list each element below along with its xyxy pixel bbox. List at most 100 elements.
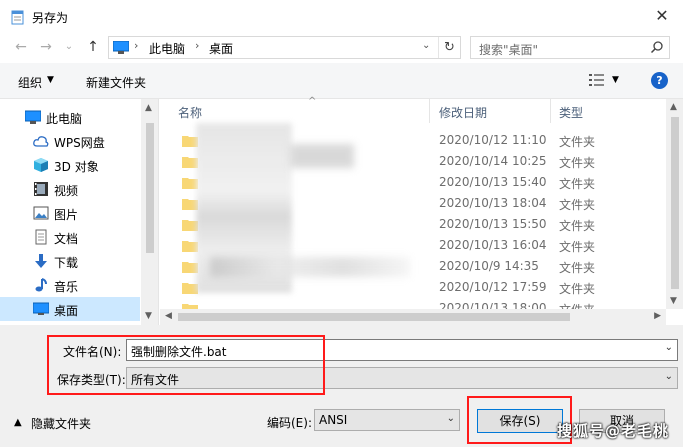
search-input[interactable]: 搜索"桌面" [479, 41, 538, 58]
back-button[interactable]: ← [12, 38, 30, 56]
sidebar-item-label: 3D 对象 [54, 160, 99, 174]
file-list: 名称 ^ 修改日期 类型 2020/10/12 11:10 文件夹 2020/1… [160, 96, 683, 325]
chevron-down-icon[interactable]: ▼ [47, 75, 54, 85]
scroll-down-arrow[interactable]: ▼ [145, 311, 152, 321]
breadcrumb-separator: › [134, 39, 139, 52]
navigation-bar: ← → ⌄ ↑ › 此电脑 › 桌面 ⌄ ↻ 搜索"桌面" [0, 33, 683, 63]
sort-ascending-icon: ^ [308, 96, 317, 107]
file-type: 文件夹 [559, 156, 596, 170]
sidebar-item-label: WPS网盘 [54, 136, 105, 150]
computer-icon [113, 41, 129, 54]
file-type: 文件夹 [559, 261, 596, 275]
sidebar-item-3d-objects[interactable]: 3D 对象 [0, 153, 140, 177]
redacted-file-names [290, 144, 354, 168]
breadcrumb-separator: › [195, 39, 200, 52]
sidebar-scrollbar[interactable]: ▲ ▼ [141, 99, 158, 325]
organize-button[interactable]: 组织 [18, 74, 42, 91]
command-toolbar: 组织 ▼ 新建文件夹 ▼ ? [0, 63, 683, 99]
modified-date: 2020/10/14 10:25 [439, 154, 547, 168]
cube-3d-icon [34, 158, 48, 172]
window-title: 另存为 [32, 11, 69, 25]
address-bar[interactable]: › 此电脑 › 桌面 ⌄ ↻ [108, 36, 461, 59]
folder-icon [182, 304, 198, 309]
column-header-modified[interactable]: 修改日期 [431, 99, 551, 123]
file-type: 文件夹 [559, 198, 596, 212]
sidebar-item-label: 图片 [54, 208, 79, 222]
table-row[interactable]: 2020/10/13 18:00 文件夹 [160, 298, 665, 309]
scroll-up-arrow[interactable]: ▲ [670, 102, 677, 112]
modified-date: 2020/10/13 18:04 [439, 196, 547, 210]
forward-button[interactable]: → [37, 38, 55, 56]
help-button[interactable]: ? [651, 72, 668, 89]
sidebar-item-label: 视频 [54, 184, 79, 198]
chevron-down-icon[interactable]: ⌄ [665, 371, 673, 382]
redacted-file-names [210, 257, 410, 277]
file-type: 文件夹 [559, 282, 596, 296]
notepad-icon [11, 10, 24, 25]
sidebar-item-documents[interactable]: 文档 [0, 225, 140, 249]
file-type: 文件夹 [559, 177, 596, 191]
file-type: 文件夹 [559, 219, 596, 233]
modified-date: 2020/10/13 18:00 [439, 301, 547, 309]
up-button[interactable]: ↑ [84, 38, 102, 56]
file-list-vertical-scrollbar[interactable]: ▲ ▼ [666, 99, 683, 309]
chevron-up-icon[interactable]: ▲ [14, 417, 22, 428]
refresh-button[interactable]: ↻ [438, 37, 460, 58]
scroll-thumb[interactable] [671, 117, 679, 289]
search-icon[interactable] [650, 40, 664, 54]
sidebar-item-desktop[interactable]: 桌面 [0, 297, 140, 321]
music-icon [35, 278, 47, 292]
file-type: 文件夹 [559, 135, 596, 149]
file-type: 文件夹 [559, 240, 596, 254]
encoding-label: 编码(E): [267, 416, 312, 430]
sidebar-item-label: 桌面 [54, 304, 79, 318]
search-box[interactable]: 搜索"桌面" [470, 36, 670, 59]
close-button[interactable]: ✕ [651, 5, 673, 27]
hide-folders-button[interactable]: 隐藏文件夹 [31, 415, 91, 432]
sidebar-item-wps-cloud[interactable]: WPS网盘 [0, 129, 140, 153]
file-list-horizontal-scrollbar[interactable]: ◀ ▶ [160, 309, 666, 325]
chevron-down-icon[interactable]: ⌄ [665, 342, 673, 353]
column-header-type[interactable]: 类型 [551, 99, 666, 123]
sidebar-item-label: 此电脑 [46, 112, 83, 126]
sidebar-item-label: 音乐 [54, 280, 79, 294]
modified-date: 2020/10/13 16:04 [439, 238, 547, 252]
breadcrumb-this-pc[interactable]: 此电脑 [149, 40, 185, 57]
scroll-thumb[interactable] [146, 123, 154, 253]
picture-icon [33, 206, 49, 220]
download-icon [35, 254, 47, 268]
sidebar-item-downloads[interactable]: 下载 [0, 249, 140, 273]
new-folder-button[interactable]: 新建文件夹 [86, 74, 146, 91]
address-dropdown-button[interactable]: ⌄ [422, 40, 430, 51]
chevron-down-icon[interactable]: ▼ [612, 75, 619, 85]
scroll-left-arrow[interactable]: ◀ [165, 311, 172, 321]
title-bar: 另存为 ✕ [0, 0, 683, 33]
column-header-label: 修改日期 [439, 106, 488, 120]
modified-date: 2020/10/12 11:10 [439, 133, 547, 147]
video-icon [34, 182, 48, 196]
encoding-value: ANSI [319, 413, 348, 427]
scroll-down-arrow[interactable]: ▼ [670, 296, 677, 306]
sidebar-item-music[interactable]: 音乐 [0, 273, 140, 297]
computer-icon [25, 110, 41, 124]
modified-date: 2020/10/12 17:59 [439, 280, 547, 294]
navigation-pane: 此电脑 WPS网盘 3D 对象 视频 图片 文档 下载 音乐 桌面 ▲ ▼ [0, 99, 159, 325]
scroll-up-arrow[interactable]: ▲ [145, 103, 152, 113]
view-options-icon[interactable] [588, 73, 606, 87]
chevron-down-icon[interactable]: ⌄ [447, 413, 455, 424]
column-header-name[interactable]: 名称 ^ [170, 96, 430, 123]
breadcrumb-desktop[interactable]: 桌面 [209, 40, 233, 57]
scroll-thumb[interactable] [178, 313, 570, 321]
recent-locations-button[interactable]: ⌄ [60, 38, 78, 56]
sidebar-item-this-pc[interactable]: 此电脑 [0, 105, 140, 129]
modified-date: 2020/10/13 15:40 [439, 175, 547, 189]
document-icon [35, 229, 47, 245]
sidebar-item-pictures[interactable]: 图片 [0, 201, 140, 225]
watermark: 搜狐号@老毛桃 [557, 422, 670, 440]
encoding-select[interactable]: ANSI ⌄ [314, 409, 460, 431]
desktop-icon [33, 302, 49, 315]
column-header-label: 名称 [178, 106, 203, 120]
sidebar-item-videos[interactable]: 视频 [0, 177, 140, 201]
file-type: 文件夹 [559, 301, 595, 309]
scroll-right-arrow[interactable]: ▶ [654, 311, 661, 321]
